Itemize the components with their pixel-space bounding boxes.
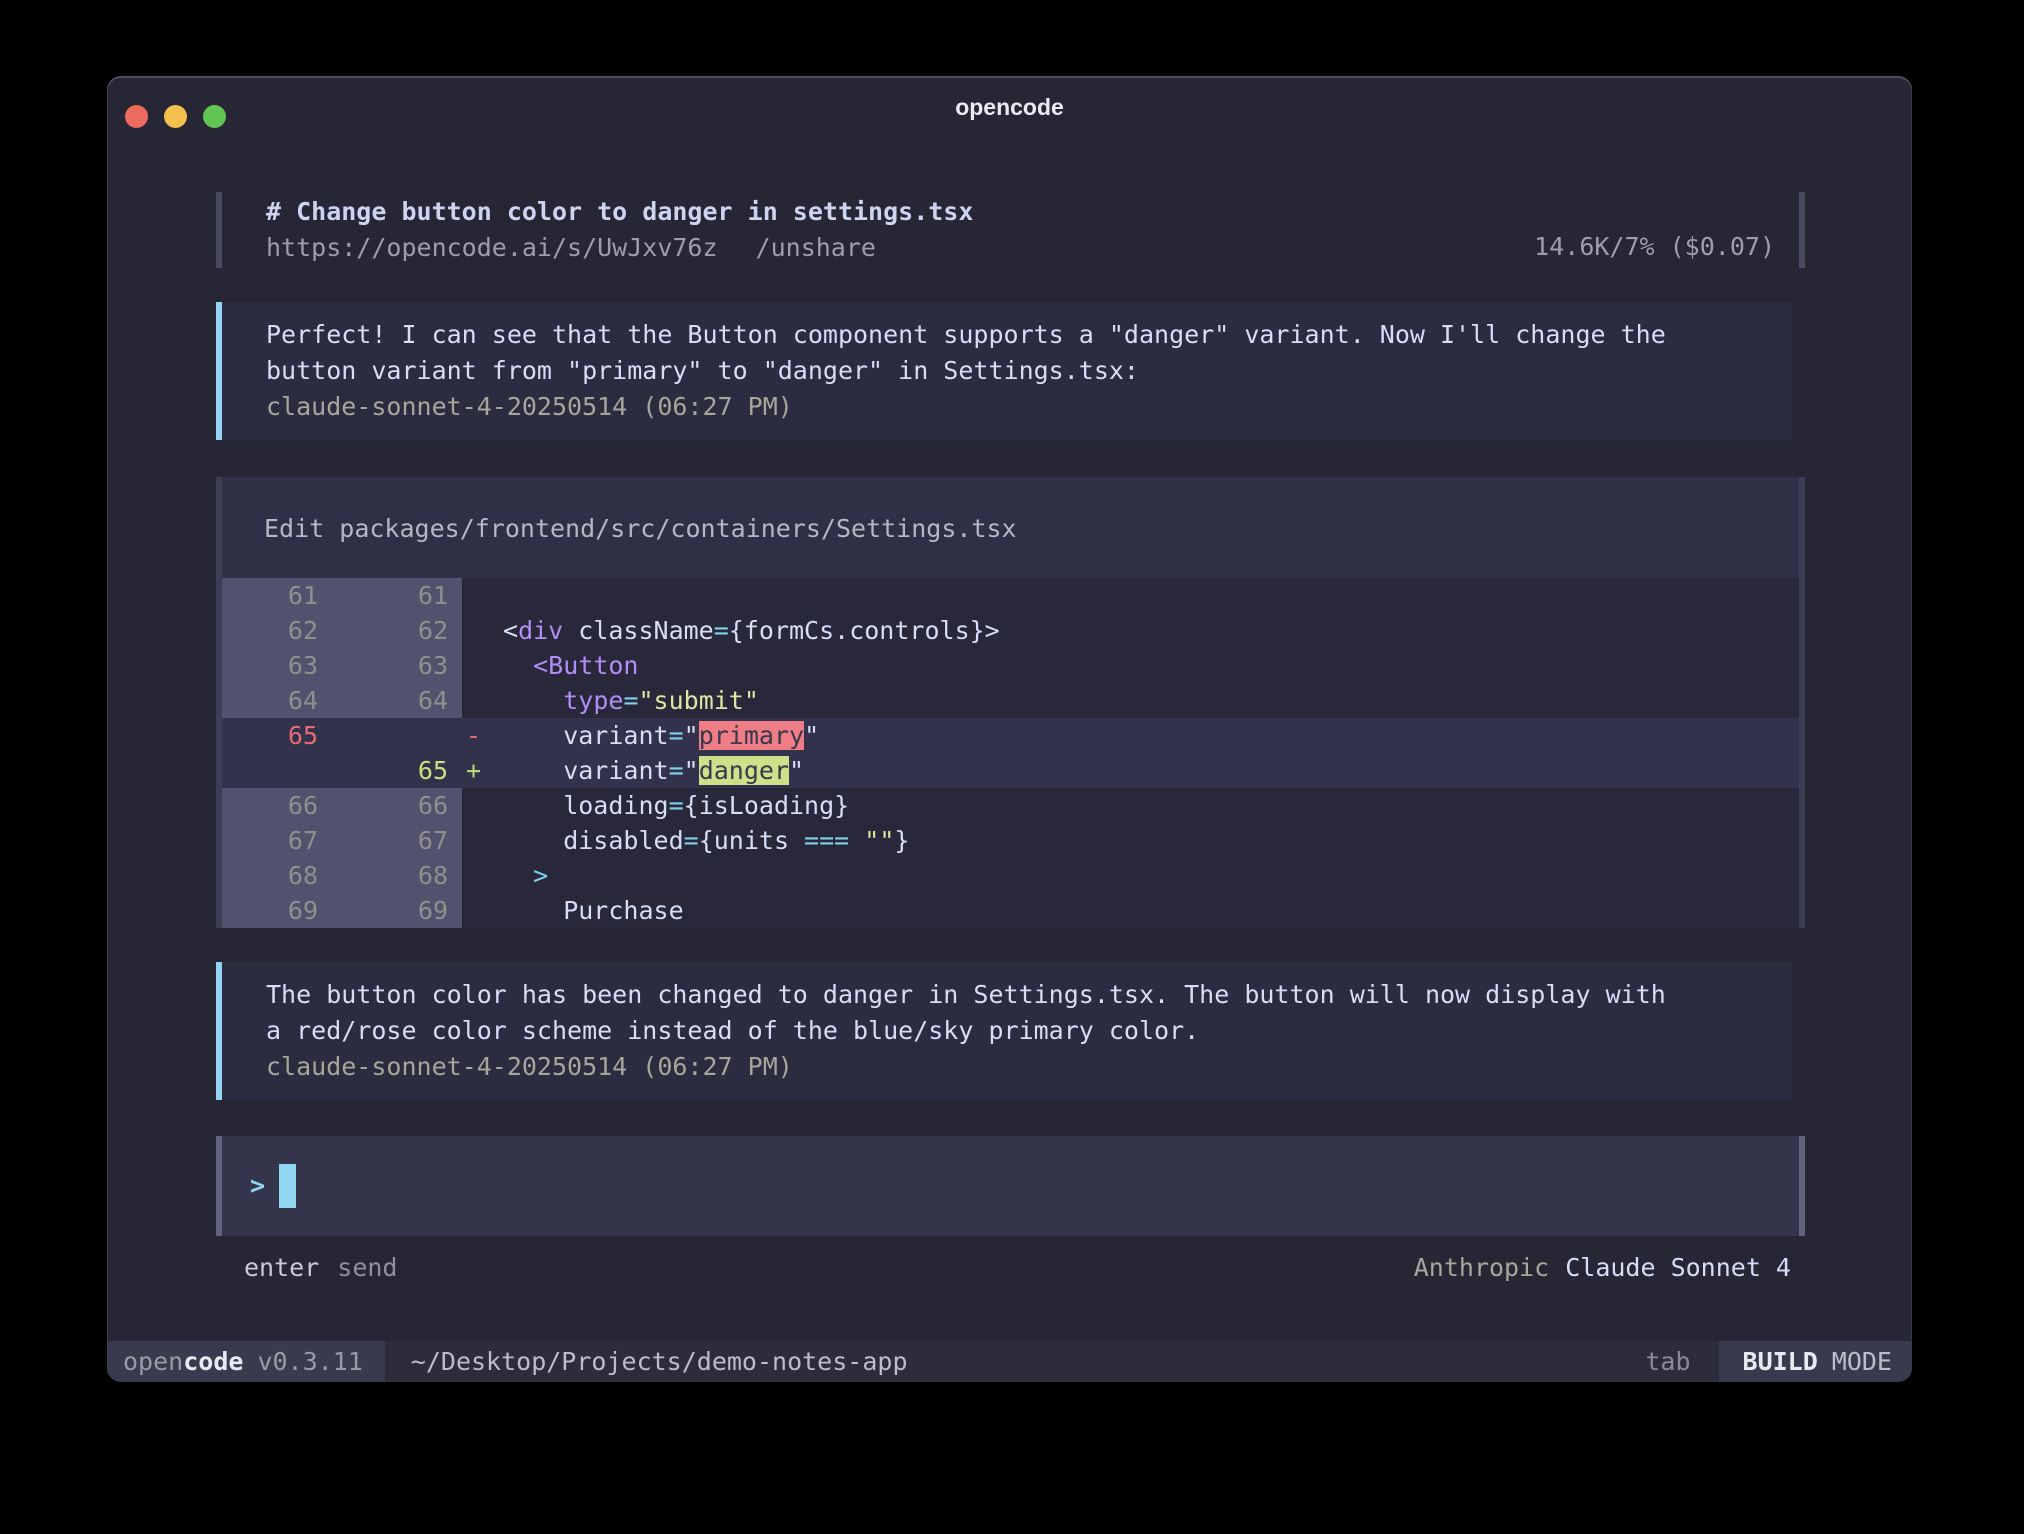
diff-line-number-new: 67 [334,823,462,858]
diff-line-number-new: 66 [334,788,462,823]
window-title: opencode [107,94,1912,121]
diff-line-number-old: 67 [222,823,334,858]
assistant-message-text: The button color has been changed to dan… [266,977,1772,1049]
diff-line-number-old: 64 [222,683,334,718]
diff-code-line: <div className={formCs.controls}> [498,613,1799,648]
model-indicator: Anthropic Claude Sonnet 4 [1414,1250,1791,1286]
diff-row: 6767 disabled={units === ""} [222,823,1799,858]
diff-change-marker [462,613,498,648]
diff-code-line: disabled={units === ""} [498,823,1799,858]
working-directory: ~/Desktop/Projects/demo-notes-app [411,1341,1646,1382]
diff-line-number-old: 68 [222,858,334,893]
prompt-chevron: > [250,1168,265,1204]
app-version: v0.3.11 [257,1347,362,1376]
diff-row: 6262 <div className={formCs.controls}> [222,613,1799,648]
diff-row: 6868 > [222,858,1799,893]
enter-key-hint: enter [244,1253,319,1282]
diff-line-number-new: 68 [334,858,462,893]
share-url-link[interactable]: https://opencode.ai/s/UwJxv76z [266,233,718,262]
diff-change-marker [462,823,498,858]
diff-change-marker: - [462,718,498,753]
diff-code-line: variant="primary" [498,718,1799,753]
token-usage: 14.6K/7% ($0.07) [1534,229,1775,266]
diff-row: 65+ variant="danger" [222,753,1799,788]
tool-file-path: packages/frontend/src/containers/Setting… [339,514,1016,543]
diff-row: 65 - variant="primary" [222,718,1799,753]
assistant-message-2: The button color has been changed to dan… [216,962,1792,1100]
diff-line-number-old: 65 [222,718,334,753]
diff-code-line: <Button [498,648,1799,683]
diff-line-number-old: 66 [222,788,334,823]
model-name: Claude Sonnet 4 [1565,1253,1791,1282]
tab-key-hint: tab [1645,1341,1690,1382]
diff-code-line: variant="danger" [498,753,1799,788]
diff-line-number-new: 69 [334,893,462,928]
prompt-input[interactable]: > [216,1136,1805,1236]
diff-change-marker [462,578,498,613]
diff-line-number-old [222,753,334,788]
opencode-window: opencode # Change button color to danger… [107,76,1912,1382]
diff-row: 6666 loading={isLoading} [222,788,1799,823]
model-provider: Anthropic [1414,1253,1549,1282]
titlebar: opencode [107,76,1912,134]
diff-line-number-new: 62 [334,613,462,648]
diff-code-line: Purchase [498,893,1799,928]
edit-tool-header: Edit packages/frontend/src/containers/Se… [222,477,1799,578]
diff-line-number-new: 61 [334,578,462,613]
diff-line-number-old: 61 [222,578,334,613]
mode-label-mode: MODE [1832,1347,1892,1376]
assistant-message-meta: claude-sonnet-4-20250514 (06:27 PM) [266,1049,1772,1085]
unshare-command[interactable]: /unshare [756,233,876,262]
diff-code-line: type="submit" [498,683,1799,718]
diff-view: 61616262 <div className={formCs.controls}… [222,578,1799,928]
diff-line-number-old: 69 [222,893,334,928]
diff-change-marker [462,683,498,718]
diff-code-line: > [498,858,1799,893]
app-name-code: code [183,1347,243,1376]
edit-tool-card: Edit packages/frontend/src/containers/Se… [216,477,1805,928]
diff-line-number-new: 64 [334,683,462,718]
text-cursor [279,1164,296,1208]
diff-row: 6161 [222,578,1799,613]
diff-line-number-new [334,718,462,753]
app-version-segment: opencode v0.3.11 [107,1341,385,1382]
assistant-message-text: Perfect! I can see that the Button compo… [266,317,1772,389]
mode-segment[interactable]: BUILD MODE [1719,1341,1912,1382]
diff-line-number-old: 62 [222,613,334,648]
send-hint-label: send [337,1253,397,1282]
diff-change-marker [462,648,498,683]
diff-row: 6363 <Button [222,648,1799,683]
assistant-message-1: Perfect! I can see that the Button compo… [216,302,1792,440]
diff-row: 6464 type="submit" [222,683,1799,718]
diff-line-number-new: 63 [334,648,462,683]
diff-change-marker [462,788,498,823]
session-title: # Change button color to danger in setti… [266,194,973,230]
diff-change-marker: + [462,753,498,788]
status-bar: opencode v0.3.11 ~/Desktop/Projects/demo-… [107,1341,1912,1382]
tool-action-label: Edit [264,514,324,543]
diff-change-marker [462,858,498,893]
diff-code-line: loading={isLoading} [498,788,1799,823]
diff-line-number-new: 65 [334,753,462,788]
session-header: # Change button color to danger in setti… [216,192,1805,268]
diff-line-number-old: 63 [222,648,334,683]
assistant-message-meta: claude-sonnet-4-20250514 (06:27 PM) [266,389,1772,425]
diff-change-marker [462,893,498,928]
mode-label-build: BUILD [1743,1347,1818,1376]
diff-row: 6969 Purchase [222,893,1799,928]
input-hint-row: enter send Anthropic Claude Sonnet 4 [216,1236,1805,1286]
app-name-open: open [123,1347,183,1376]
